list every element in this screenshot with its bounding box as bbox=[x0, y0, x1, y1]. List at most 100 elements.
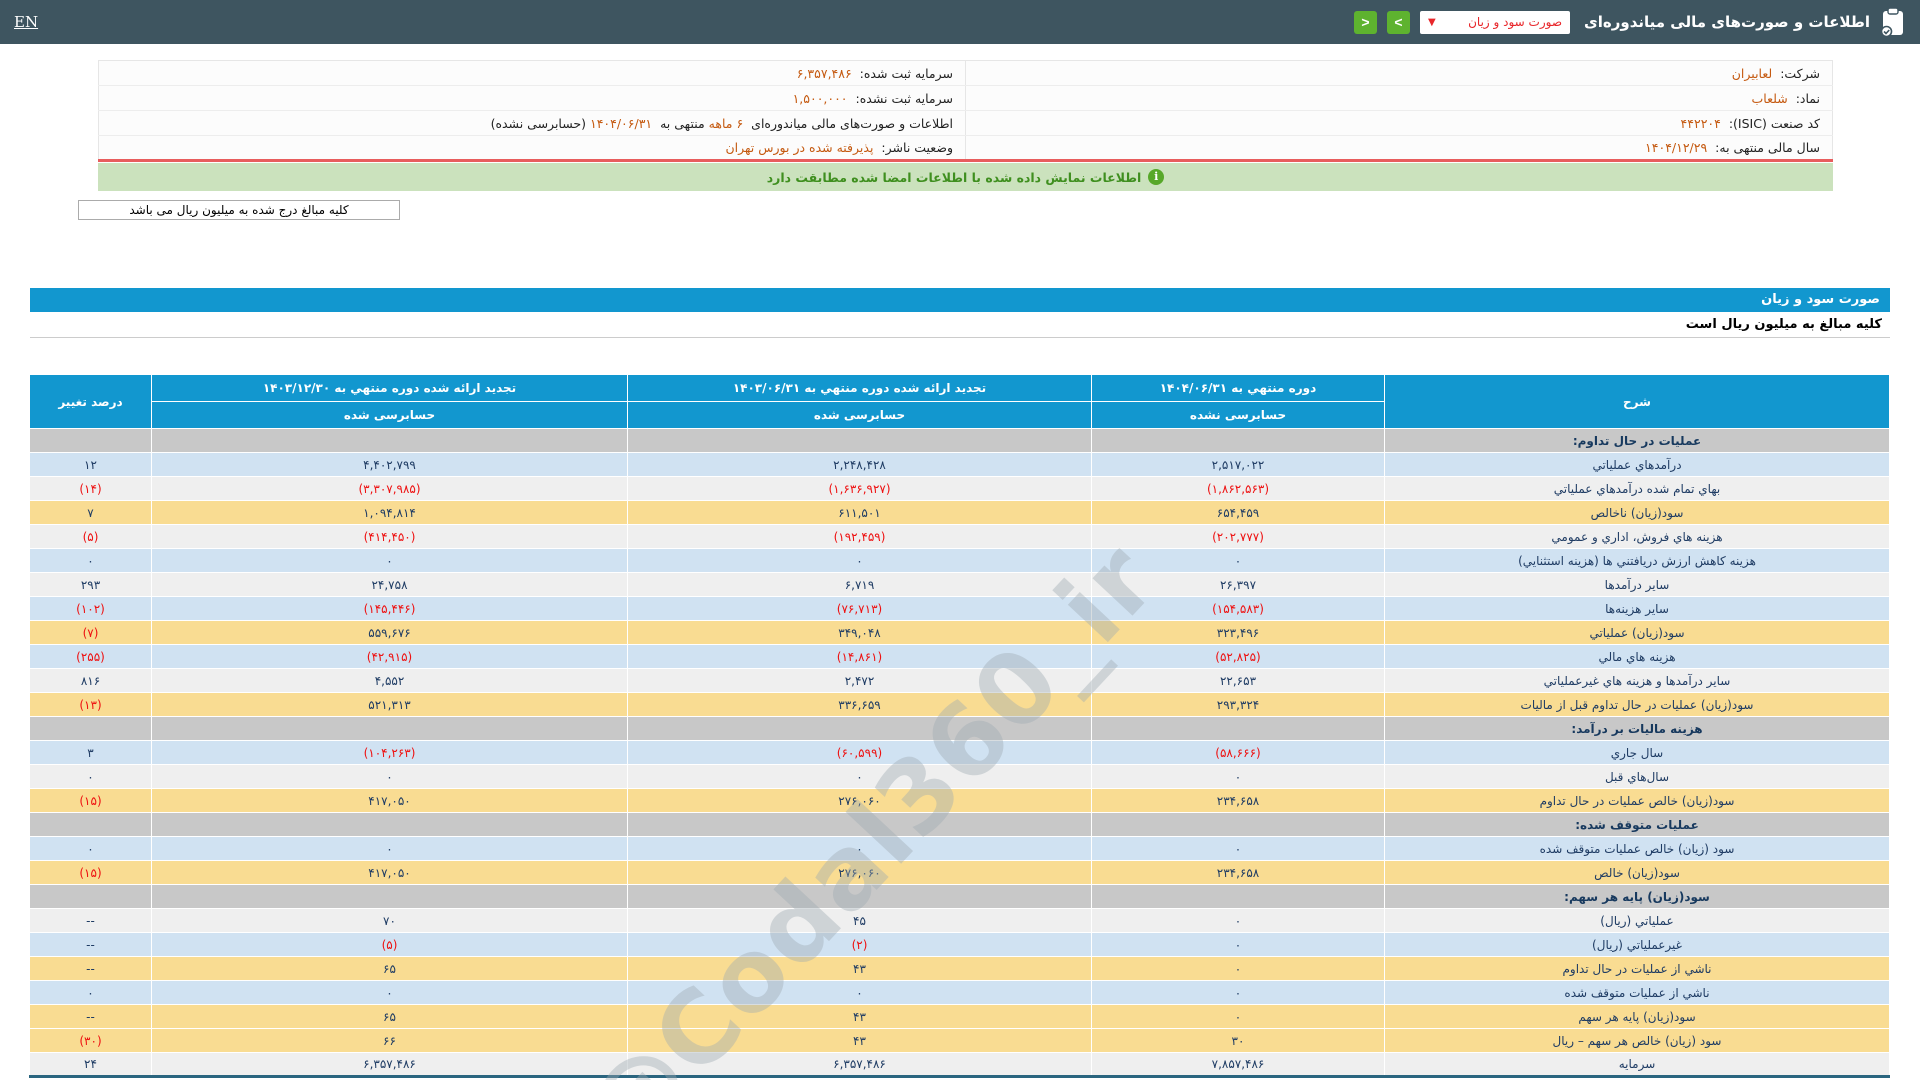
symbol-value: شلعاب bbox=[1752, 91, 1792, 106]
isic-cell: کد صنعت (ISIC): ۴۴۲۲۰۴ bbox=[966, 111, 1833, 136]
cell-yearend: ۶۶ bbox=[152, 1029, 628, 1053]
section-row: سود(زیان) پایه هر سهم: bbox=[30, 885, 1890, 909]
cell-yearend: ۰ bbox=[152, 837, 628, 861]
cell-current: ۳۲۳,۴۹۶ bbox=[1092, 621, 1385, 645]
cell-prior: ۶,۷۱۹ bbox=[628, 573, 1092, 597]
statement-type-dropdown[interactable]: صورت سود و زیان ▼ bbox=[1420, 11, 1570, 34]
cell-prior: (۱۹۲,۴۵۹) bbox=[628, 525, 1092, 549]
table-row: سود(زیان) عملیات در حال تداوم قبل از مال… bbox=[30, 693, 1890, 717]
cell-change: ۰ bbox=[30, 837, 152, 861]
statement-title-bar: صورت سود و زیان bbox=[30, 288, 1890, 312]
info-icon: i bbox=[1148, 169, 1164, 185]
cell-prior: ۴۳ bbox=[628, 1029, 1092, 1053]
cell-yearend bbox=[152, 717, 628, 741]
cell-change: ۲۹۳ bbox=[30, 573, 152, 597]
cell-current: (۱۵۴,۵۸۳) bbox=[1092, 597, 1385, 621]
statement-unit-note: کلیه مبالغ به میلیون ریال است bbox=[30, 312, 1890, 338]
cell-label: درآمدهاي عملیاتي bbox=[1385, 453, 1890, 477]
fiscal-year-label: سال مالی منتهی به: bbox=[1715, 140, 1820, 155]
chevron-down-icon: ▼ bbox=[1428, 17, 1436, 28]
period-cell: اطلاعات و صورت‌های مالی میاندوره‌ای ۶ ما… bbox=[99, 111, 966, 136]
table-row: سایر هزینه‌ها(۱۵۴,۵۸۳)(۷۶,۷۱۳)(۱۴۵,۴۴۶)(… bbox=[30, 597, 1890, 621]
cell-prior: ۴۳ bbox=[628, 1005, 1092, 1029]
table-row: سود(زیان) ناخالص۶۵۴,۴۵۹۶۱۱,۵۰۱۱,۰۹۴,۸۱۴۷ bbox=[30, 501, 1890, 525]
cell-prior: ۲,۲۴۸,۴۲۸ bbox=[628, 453, 1092, 477]
table-row: سود(زیان) خالص۲۳۴,۶۵۸۲۷۶,۰۶۰۴۱۷,۰۵۰(۱۵) bbox=[30, 861, 1890, 885]
cell-label: عملیاتي (ریال) bbox=[1385, 909, 1890, 933]
cell-prior: (۲) bbox=[628, 933, 1092, 957]
col-header-current-period: دوره منتهي به ۱۴۰۴/۰۶/۳۱ bbox=[1092, 375, 1385, 402]
language-toggle-link[interactable]: EN bbox=[14, 13, 38, 31]
capital-unregistered-cell: سرمایه ثبت نشده: ۱,۵۰۰,۰۰۰ bbox=[99, 86, 966, 111]
cell-yearend: ۷۰ bbox=[152, 909, 628, 933]
cell-label: عملیات متوقف شده: bbox=[1385, 813, 1890, 837]
cell-change bbox=[30, 885, 152, 909]
cell-yearend: (۴۲,۹۱۵) bbox=[152, 645, 628, 669]
cell-current: ۷,۸۵۷,۴۸۶ bbox=[1092, 1053, 1385, 1077]
cell-current: (۱,۸۶۲,۵۶۳) bbox=[1092, 477, 1385, 501]
cell-prior bbox=[628, 885, 1092, 909]
cell-prior bbox=[628, 813, 1092, 837]
previous-statement-button[interactable]: < bbox=[1354, 11, 1377, 34]
cell-current: ۰ bbox=[1092, 1005, 1385, 1029]
cell-change: ۰ bbox=[30, 765, 152, 789]
cell-change: (۳۰) bbox=[30, 1029, 152, 1053]
cell-change bbox=[30, 813, 152, 837]
cell-change: (۱۵) bbox=[30, 861, 152, 885]
cell-change bbox=[30, 717, 152, 741]
cell-yearend: ۴,۴۰۲,۷۹۹ bbox=[152, 453, 628, 477]
table-row: هزینه هاي مالي(۵۲,۸۲۵)(۱۴,۸۶۱)(۴۲,۹۱۵)(۲… bbox=[30, 645, 1890, 669]
fiscal-year-cell: سال مالی منتهی به: ۱۴۰۴/۱۲/۲۹ bbox=[966, 136, 1833, 161]
cell-prior bbox=[628, 717, 1092, 741]
isic-value: ۴۴۲۲۰۴ bbox=[1681, 116, 1725, 131]
cell-current: ۰ bbox=[1092, 957, 1385, 981]
cell-change: ۱۲ bbox=[30, 453, 152, 477]
cell-yearend: ۲۴,۷۵۸ bbox=[152, 573, 628, 597]
period-text-2: ۶ ماهه bbox=[709, 116, 748, 131]
cell-current: ۲۳۴,۶۵۸ bbox=[1092, 789, 1385, 813]
dropdown-selected-value: صورت سود و زیان bbox=[1468, 15, 1562, 29]
cell-current: ۲۲,۶۵۳ bbox=[1092, 669, 1385, 693]
cell-current: ۰ bbox=[1092, 981, 1385, 1005]
cell-yearend: ۱,۰۹۴,۸۱۴ bbox=[152, 501, 628, 525]
col-header-restated-yearend: تجدید ارائه شده دوره منتهي به ۱۴۰۳/۱۲/۳۰ bbox=[152, 375, 628, 402]
cell-current: ۰ bbox=[1092, 909, 1385, 933]
cell-current bbox=[1092, 429, 1385, 453]
info-row-symbol: نماد: شلعاب سرمایه ثبت نشده: ۱,۵۰۰,۰۰۰ bbox=[99, 86, 1833, 111]
cell-prior: (۷۶,۷۱۳) bbox=[628, 597, 1092, 621]
cell-label: هزینه هاي فروش، اداري و عمومي bbox=[1385, 525, 1890, 549]
cell-prior: ۶۱۱,۵۰۱ bbox=[628, 501, 1092, 525]
cell-yearend: ۶۵ bbox=[152, 1005, 628, 1029]
next-statement-button[interactable]: > bbox=[1387, 11, 1410, 34]
table-row: عملیاتي (ریال)۰۴۵۷۰-- bbox=[30, 909, 1890, 933]
cell-prior: ۴۳ bbox=[628, 957, 1092, 981]
cell-prior: ۶,۳۵۷,۴۸۶ bbox=[628, 1053, 1092, 1077]
cell-current bbox=[1092, 813, 1385, 837]
cell-change: ۳ bbox=[30, 741, 152, 765]
cell-label: سایر درآمدها و هزینه هاي غیرعملیاتي bbox=[1385, 669, 1890, 693]
cell-current: ۰ bbox=[1092, 549, 1385, 573]
info-row-fiscal: سال مالی منتهی به: ۱۴۰۴/۱۲/۲۹ وضعیت ناشر… bbox=[99, 136, 1833, 161]
fiscal-year-value: ۱۴۰۴/۱۲/۲۹ bbox=[1645, 140, 1711, 155]
cell-change: (۱۴) bbox=[30, 477, 152, 501]
cell-change bbox=[30, 429, 152, 453]
cell-current: (۵۸,۶۶۶) bbox=[1092, 741, 1385, 765]
cell-yearend: ۰ bbox=[152, 981, 628, 1005]
clipboard-check-icon bbox=[1880, 7, 1906, 37]
cell-label: ناشي از عملیات در حال تداوم bbox=[1385, 957, 1890, 981]
table-row: غیرعملیاتي (ریال)۰(۲)(۵)-- bbox=[30, 933, 1890, 957]
table-row: سود (زیان) خالص عملیات متوقف شده۰۰۰۰ bbox=[30, 837, 1890, 861]
amounts-unit-note-box: کلیه مبالغ درج شده به میلیون ریال می باش… bbox=[78, 200, 400, 220]
cell-prior: ۳۳۶,۶۵۹ bbox=[628, 693, 1092, 717]
cell-current bbox=[1092, 717, 1385, 741]
income-statement-table: شرح دوره منتهي به ۱۴۰۴/۰۶/۳۱ تجدید ارائه… bbox=[29, 374, 1890, 1078]
cell-change: ۲۴ bbox=[30, 1053, 152, 1077]
capital-registered-cell: سرمایه ثبت شده: ۶,۳۵۷,۴۸۶ bbox=[99, 61, 966, 86]
statement-section: صورت سود و زیان کلیه مبالغ به میلیون ریا… bbox=[30, 288, 1890, 1078]
capital-unregistered-label: سرمایه ثبت نشده: bbox=[856, 91, 953, 106]
info-row-company: شرکت: لعابیران سرمایه ثبت شده: ۶,۳۵۷,۴۸۶ bbox=[99, 61, 1833, 86]
cell-yearend: ۰ bbox=[152, 765, 628, 789]
cell-yearend bbox=[152, 813, 628, 837]
cell-label: سود (زیان) خالص عملیات متوقف شده bbox=[1385, 837, 1890, 861]
cell-current: ۰ bbox=[1092, 933, 1385, 957]
